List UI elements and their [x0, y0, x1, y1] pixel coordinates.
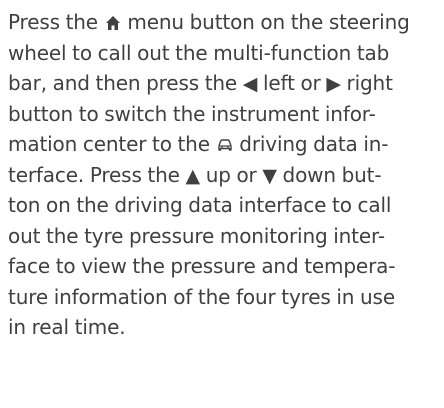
car-icon — [216, 130, 234, 160]
text-line-1: Press the menu button on the steering — [8, 7, 436, 38]
text-segment: terface. Press the — [8, 162, 186, 187]
text-line-2: wheel to call out the multi-function tab — [8, 40, 390, 65]
left-arrow-icon: ◀ — [242, 73, 258, 95]
text-segment: menu button on the steering — [121, 10, 410, 34]
text-line-6: terface. Press the ▲ up or ▼ down but- — [8, 160, 436, 191]
text-segment: driving data in- — [233, 132, 389, 156]
text-segment: up or — [199, 162, 263, 187]
text-line-5: mation center to the driving data in- — [8, 129, 436, 160]
text-line-3: bar, and then press the ◀ left or ▶ righ… — [8, 68, 436, 99]
up-arrow-icon: ▲ — [185, 164, 201, 187]
text-line-10: ture information of the four tyres in us… — [8, 284, 395, 309]
text-line-11: in real time. — [8, 315, 126, 339]
text-segment: right — [340, 71, 393, 95]
down-arrow-icon: ▼ — [262, 164, 277, 187]
text-segment: Press the — [8, 10, 104, 34]
text-segment: down but- — [276, 162, 382, 187]
right-arrow-icon: ▶ — [326, 73, 341, 95]
text-line-7: ton on the driving data interface to cal… — [8, 193, 392, 217]
instruction-paragraph: Press the menu button on the steering wh… — [8, 7, 436, 343]
text-segment: mation center to the — [8, 132, 216, 156]
home-icon — [104, 8, 122, 38]
text-segment: bar, and then press the — [8, 71, 243, 95]
text-line-4: button to switch the instrument infor- — [8, 101, 376, 126]
text-segment: left or — [257, 71, 327, 95]
document-page: Press the menu button on the steering wh… — [0, 0, 444, 408]
text-line-9: face to view the pressure and tempera- — [8, 254, 396, 278]
text-line-8: out the tyre pressure monitoring inter- — [8, 223, 385, 248]
